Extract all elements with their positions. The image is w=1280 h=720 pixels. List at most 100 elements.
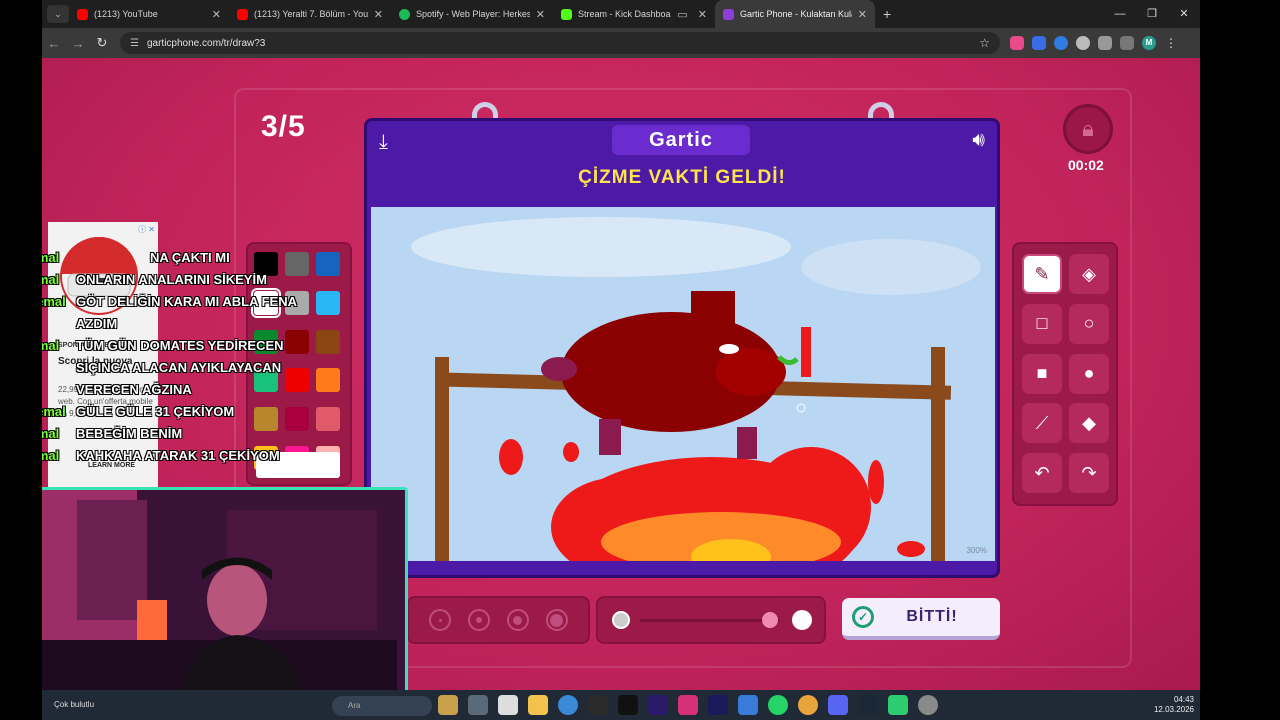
rectangle-outline-icon[interactable]: □ xyxy=(1022,303,1062,344)
close-tab-icon[interactable]: ✕ xyxy=(536,8,545,21)
after-effects-icon[interactable] xyxy=(708,695,728,715)
back-icon[interactable]: ← xyxy=(42,36,66,51)
ad-choices-icon[interactable]: ⓘ ✕ xyxy=(138,224,155,235)
download-icon[interactable]: ⤓ xyxy=(379,131,388,154)
round-counter: 3/5 xyxy=(261,110,306,143)
tab-youtube-yeralti[interactable]: (1213) Yeralti 7. Bölüm - YouTube ✕ xyxy=(229,0,391,28)
opacity-handle[interactable] xyxy=(762,612,778,628)
youtube-icon xyxy=(77,8,88,20)
volume-icon[interactable]: 🔊︎ xyxy=(972,129,985,152)
steam-icon[interactable] xyxy=(858,695,878,715)
puzzle-icon[interactable] xyxy=(1098,36,1112,50)
settings-icon[interactable] xyxy=(918,695,938,715)
eraser-icon[interactable]: ◈ xyxy=(1069,254,1109,294)
app-icon[interactable] xyxy=(738,695,758,715)
window-controls: — ❐ ✕ xyxy=(1104,0,1200,28)
chat-message: abiikemalNA ÇAKTI MI xyxy=(42,250,230,265)
tab-kick[interactable]: Stream - Kick Dashboard ▭ ✕ xyxy=(553,0,715,28)
timer: 00:02 xyxy=(1068,157,1104,173)
tab-gartic[interactable]: Gartic Phone - Kulaktan Kulağa ✕ xyxy=(715,0,875,28)
opacity-track xyxy=(640,619,780,622)
taskbar-search[interactable]: Ara xyxy=(332,696,432,716)
profile-avatar[interactable]: M xyxy=(1142,36,1156,50)
media-control-icon[interactable] xyxy=(1120,36,1134,50)
close-window-icon[interactable]: ✕ xyxy=(1168,0,1200,28)
brush-size-4[interactable] xyxy=(545,609,568,631)
chat-message: abiikemalBEBEĞİM BENİM xyxy=(42,426,183,441)
close-tab-icon[interactable]: ✕ xyxy=(212,8,221,21)
extension-icon[interactable] xyxy=(1054,36,1068,50)
new-tab-icon[interactable]: + xyxy=(883,6,891,22)
close-tab-icon[interactable]: ✕ xyxy=(698,8,707,21)
opacity-max-knob xyxy=(792,610,812,630)
menu-icon[interactable]: ⋮ xyxy=(1164,36,1178,50)
store-icon[interactable] xyxy=(498,695,518,715)
gartic-logo: Gartic xyxy=(612,125,750,155)
pencil-icon[interactable]: ✎ xyxy=(1022,254,1062,294)
chrome-icon[interactable] xyxy=(798,695,818,715)
minimize-icon[interactable]: — xyxy=(1104,0,1136,28)
extensions-area: M ⋮ xyxy=(1010,36,1178,50)
tab-bar: ⌄ (1213) YouTube ✕ (1213) Yeralti 7. Böl… xyxy=(42,0,1200,28)
tiktok-icon[interactable] xyxy=(618,695,638,715)
screen: ⌄ (1213) YouTube ✕ (1213) Yeralti 7. Böl… xyxy=(42,0,1200,720)
app-icon[interactable] xyxy=(888,695,908,715)
instagram-icon[interactable] xyxy=(678,695,698,715)
zoom-level: 300% xyxy=(966,546,987,555)
chat-message: urnokemalGÖT DELİĞİN KARA MI ABLA FENA xyxy=(42,294,297,309)
circle-fill-icon[interactable]: ● xyxy=(1069,353,1109,394)
windows-taskbar: Çok bulutlu Ara 04:43 12.03.2026 xyxy=(42,690,1200,720)
premiere-icon[interactable] xyxy=(648,695,668,715)
brush-size-2[interactable] xyxy=(468,609,491,631)
drawing-canvas[interactable]: 300% xyxy=(371,207,995,561)
brush-size-3[interactable] xyxy=(506,609,529,631)
restore-icon[interactable]: ❐ xyxy=(1136,0,1168,28)
site-info-icon[interactable]: ☰ xyxy=(130,38,139,49)
fill-bucket-icon[interactable]: ◆ xyxy=(1069,403,1109,444)
clock-time: 04:43 xyxy=(1173,695,1194,704)
extension-icon[interactable] xyxy=(1032,36,1046,50)
folder-icon[interactable] xyxy=(528,695,548,715)
weather-widget[interactable]: Çok bulutlu xyxy=(54,700,94,709)
tab-search-dropdown-icon[interactable]: ⌄ xyxy=(47,5,69,23)
draw-heading: ÇİZME VAKTİ GELDİ! xyxy=(578,167,786,188)
tab-spotify[interactable]: Spotify - Web Player: Herkes için müzik … xyxy=(391,0,553,28)
discord-icon[interactable] xyxy=(828,695,848,715)
rectangle-fill-icon[interactable]: ■ xyxy=(1022,353,1062,394)
opacity-slider[interactable] xyxy=(596,596,826,644)
close-tab-icon[interactable]: ✕ xyxy=(374,8,383,21)
line-icon[interactable]: ⟋ xyxy=(1022,403,1062,444)
undo-icon[interactable]: ↶ xyxy=(1022,453,1062,494)
extension-icon[interactable] xyxy=(1076,36,1090,50)
task-view-icon[interactable] xyxy=(468,695,488,715)
reload-icon[interactable]: ↻ xyxy=(90,35,114,51)
brush-size-selector xyxy=(407,596,590,644)
app-icon[interactable] xyxy=(558,695,578,715)
chat-message: VERECEN AĞZINA xyxy=(76,382,192,397)
app-icon[interactable] xyxy=(438,695,458,715)
drawing-art xyxy=(411,217,981,561)
whatsapp-icon[interactable] xyxy=(768,695,788,715)
bookmark-star-icon[interactable]: ☆ xyxy=(979,36,990,50)
lock-icon: 🔒︎ xyxy=(1063,104,1113,154)
redo-icon[interactable]: ↷ xyxy=(1069,453,1109,494)
media-icon[interactable]: ▭ xyxy=(677,8,687,21)
chat-message: abiikemalONLARIN ANALARINI SİKEYİM xyxy=(42,272,267,287)
done-button[interactable]: ✓ BİTTİ! xyxy=(842,598,1000,640)
clock-date: 12.03.2026 xyxy=(1153,705,1194,714)
system-tray[interactable]: 04:43 12.03.2026 xyxy=(1154,695,1194,715)
close-tab-icon[interactable]: ✕ xyxy=(858,8,867,21)
opacity-min-knob xyxy=(612,611,630,629)
chat-message: urnokemalGÜLE GÜLE 31 ÇEKİYOM xyxy=(42,404,235,419)
extension-icon[interactable] xyxy=(1010,36,1024,50)
circle-outline-icon[interactable]: ○ xyxy=(1069,303,1109,344)
kick-icon xyxy=(561,8,572,20)
app-icon[interactable] xyxy=(588,695,608,715)
forward-icon[interactable]: → xyxy=(66,36,90,51)
webcam-feed xyxy=(42,490,405,704)
tab-youtube[interactable]: (1213) YouTube ✕ xyxy=(69,0,229,28)
chat-message: SIÇINCA ALACAN AYIKLAYACAN xyxy=(76,360,282,375)
drawing-board: ⤓ Gartic 🔊︎ ÇİZME VAKTİ GELDİ! 300% xyxy=(364,118,1000,578)
brush-size-1[interactable] xyxy=(429,609,452,631)
url-input[interactable]: ☰ garticphone.com/tr/draw?3 ☆ xyxy=(120,32,1000,54)
